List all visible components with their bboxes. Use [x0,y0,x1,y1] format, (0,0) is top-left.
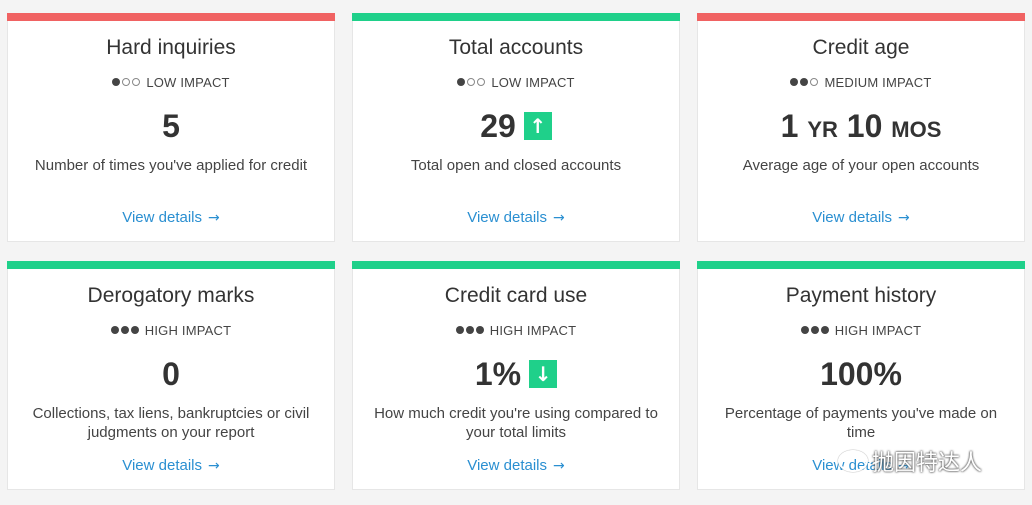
view-details-link[interactable]: View details → [353,209,679,226]
impact-indicator: HIGH IMPACT [8,322,334,338]
view-details-label: View details [467,457,548,474]
impact-status-bar [352,261,680,269]
impact-label: HIGH IMPACT [834,323,922,338]
card-description: How much credit you're using compared to… [374,405,658,441]
view-details-label: View details [467,209,548,226]
impact-label: HIGH IMPACT [144,323,232,338]
card-value: 1% ↓ [353,356,679,393]
card-hard-inquiries: Hard inquiries LOW IMPACT 5 Number of ti… [7,13,335,242]
card-description: Average age of your open accounts [742,157,980,174]
card-credit-card-use: Credit card use HIGH IMPACT 1% ↓ How much… [352,261,680,490]
card-description: Percentage of payments you've made on ti… [724,405,998,441]
impact-status-bar [7,13,335,21]
impact-label: HIGH IMPACT [489,323,577,338]
watermark-text: 抛因特达人 [872,451,983,476]
arrow-right-icon: → [208,458,220,474]
card-title: Credit age [812,36,910,59]
view-details-link[interactable]: View details → [8,457,334,474]
card-title: Payment history [785,284,937,307]
card-title: Derogatory marks [87,284,255,307]
value-months: 10 [846,108,883,144]
credit-factors-grid: Hard inquiries LOW IMPACT 5 Number of ti… [0,0,1032,505]
wechat-icon [838,450,868,472]
impact-status-bar [7,261,335,269]
arrow-up-icon: ↑ [523,112,552,140]
card-value: 0 [162,356,180,392]
card-description: Collections, tax liens, bankruptcies or … [32,405,310,441]
view-details-link[interactable]: View details → [8,209,334,226]
card-value: 5 [162,108,180,144]
arrow-right-icon: → [553,210,565,226]
card-value-number: 1% [474,356,522,392]
card-value-number: 29 [480,108,516,144]
impact-dots [800,322,831,337]
card-derogatory-marks: Derogatory marks HIGH IMPACT 0 Collectio… [7,261,335,490]
view-details-link[interactable]: View details → [698,209,1024,226]
card-credit-age: Credit age MEDIUM IMPACT 1 YR 10 MOS Ave… [697,13,1025,242]
impact-status-bar [697,13,1025,21]
watermark: 抛因特达人 [838,445,982,477]
impact-dots [457,74,487,89]
impact-dots [455,322,486,337]
card-value: 1 YR 10 MOS [698,108,1024,145]
view-details-label: View details [812,209,893,226]
card-total-accounts: Total accounts LOW IMPACT 29 ↑ Total open… [352,13,680,242]
impact-dots [110,322,141,337]
card-description: Total open and closed accounts [410,157,622,174]
card-title: Hard inquiries [106,36,236,59]
impact-indicator: LOW IMPACT [8,74,334,90]
impact-status-bar [697,261,1025,269]
impact-dots [790,74,820,89]
impact-label: LOW IMPACT [491,75,575,90]
impact-label: MEDIUM IMPACT [824,75,932,90]
card-description: Number of times you've applied for credi… [34,157,308,174]
card-title: Total accounts [448,36,584,59]
arrow-down-icon: ↓ [529,360,558,388]
view-details-link[interactable]: View details → [353,457,679,474]
impact-label: LOW IMPACT [146,75,230,90]
impact-indicator: MEDIUM IMPACT [698,74,1024,90]
impact-status-bar [352,13,680,21]
card-value: 29 ↑ [353,108,679,145]
value-years-unit: YR [807,117,838,142]
value-months-unit: MOS [891,117,942,142]
impact-indicator: LOW IMPACT [353,74,679,90]
value-years: 1 [780,108,799,144]
card-title: Credit card use [444,284,588,307]
impact-indicator: HIGH IMPACT [698,322,1024,338]
impact-dots [112,74,142,89]
impact-indicator: HIGH IMPACT [353,322,679,338]
arrow-right-icon: → [208,210,220,226]
card-value: 100% [820,356,902,392]
arrow-right-icon: → [553,458,565,474]
view-details-label: View details [122,457,203,474]
arrow-right-icon: → [898,210,910,226]
view-details-label: View details [122,209,203,226]
